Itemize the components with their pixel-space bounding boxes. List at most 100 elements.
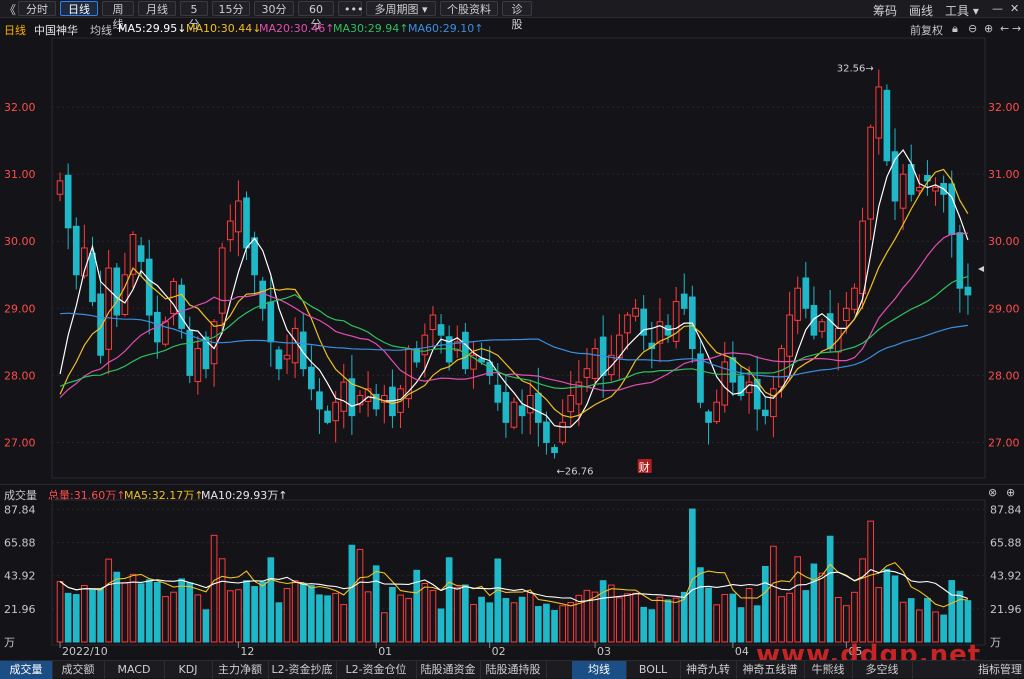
volume-bar — [153, 581, 161, 643]
volume-bar — [421, 582, 429, 643]
candle-body — [275, 349, 283, 370]
candle-body — [883, 89, 891, 162]
volume-bar — [891, 575, 899, 643]
candle-body — [770, 388, 777, 418]
volume-bar — [64, 592, 72, 643]
indicator-tab-5[interactable]: L2-资金抄底 — [268, 661, 337, 679]
volume-axis-label: 21.96 — [4, 603, 36, 616]
candle-body — [786, 314, 793, 357]
price-axis-label: 27.00 — [4, 436, 36, 449]
volume-bar — [518, 596, 526, 643]
candle-body — [502, 392, 510, 423]
volume-bar — [316, 594, 323, 643]
volume-bar — [218, 558, 226, 643]
volume-bar — [283, 588, 291, 643]
candle-body — [867, 126, 875, 220]
volume-bar — [834, 596, 842, 643]
volume-bar — [380, 612, 388, 643]
volume-bar — [453, 587, 461, 643]
candle-body — [316, 391, 323, 410]
price-axis-label-right: 29.00 — [988, 302, 1020, 315]
candle-body — [243, 197, 250, 249]
volume-bar — [162, 596, 169, 643]
volume-bar — [843, 605, 850, 643]
indicator-tab-0[interactable]: 成交量 — [0, 661, 53, 679]
volume-bar — [745, 587, 753, 643]
volume-bar — [332, 592, 340, 643]
volume-bar — [291, 580, 299, 643]
candle-body — [948, 183, 956, 236]
volume-bar — [356, 548, 364, 643]
indicator-tab-2[interactable]: MACD — [104, 661, 165, 679]
kline-chart[interactable]: 32.00 32.00 31.00 31.00 30.00 30.00 29.00 29.00… — [0, 0, 1024, 678]
candle-body — [705, 411, 712, 423]
volume-bar — [121, 582, 129, 643]
candle-body — [518, 405, 526, 417]
candle-body — [113, 267, 121, 316]
volume-bar — [267, 557, 275, 643]
volume-bar — [526, 592, 534, 643]
candle-body — [851, 287, 858, 310]
candle-body — [802, 277, 810, 309]
candle-body — [72, 225, 80, 276]
volume-bar — [794, 556, 802, 643]
volume-bar — [697, 567, 704, 643]
volume-bar — [72, 594, 80, 643]
volume-bar — [445, 557, 453, 643]
indicator-tab-6[interactable]: L2-资金仓位 — [336, 661, 417, 679]
candle-body — [235, 200, 242, 233]
candle-body — [543, 421, 550, 443]
price-axis-label: 31.00 — [4, 168, 36, 181]
candle-body — [218, 247, 226, 314]
indicator-manage-button[interactable]: 指标管理 — [976, 661, 1024, 679]
volume-bar — [275, 602, 283, 643]
volume-bar — [559, 605, 566, 643]
volume-axis-label: 87.84 — [4, 503, 36, 516]
price-axis-label: 32.00 — [4, 101, 36, 114]
volume-bar — [672, 597, 680, 643]
volume-bar — [770, 545, 777, 643]
overlay-tab-2[interactable]: 神奇九转 — [680, 661, 737, 679]
volume-bar — [186, 582, 194, 643]
month-label: 03 — [597, 645, 611, 658]
volume-bar — [802, 590, 810, 643]
price-axis-label-right: 30.00 — [988, 235, 1020, 248]
candle-body — [64, 174, 72, 229]
volume-bar — [137, 583, 145, 643]
candle-body — [251, 237, 258, 276]
volume-bar — [194, 594, 202, 643]
overlay-tab-1[interactable]: BOLL — [626, 661, 681, 679]
price-axis-label-right: 28.00 — [988, 369, 1020, 382]
candle-body — [340, 381, 348, 412]
volume-bar — [851, 591, 858, 643]
candle-body — [89, 252, 96, 303]
overlay-tab-0[interactable]: 均线 — [572, 661, 627, 679]
candle-body — [843, 307, 850, 321]
volume-bar — [859, 558, 866, 643]
candle-body — [462, 331, 469, 370]
volume-bar — [956, 590, 964, 643]
candle-body — [583, 368, 591, 378]
volume-bar — [81, 585, 88, 643]
volume-bar — [502, 597, 510, 643]
volume-bar — [340, 604, 348, 643]
volume-bar — [429, 589, 437, 643]
indicator-tab-1[interactable]: 成交额 — [52, 661, 105, 679]
candle-body — [713, 401, 720, 423]
overlay-tab-5[interactable]: 多空线 — [852, 661, 913, 679]
overlay-tab-4[interactable]: 牛熊线 — [804, 661, 853, 679]
candle-body — [324, 410, 331, 423]
volume-bar — [753, 605, 761, 643]
indicator-tab-4[interactable]: 主力净额 — [212, 661, 269, 679]
price-axis-label-right: 31.00 — [988, 168, 1020, 181]
indicator-tab-8[interactable]: 陆股通持股 — [480, 661, 547, 679]
candle-body — [810, 305, 818, 336]
overlay-tab-3[interactable]: 神奇五线谱 — [736, 661, 805, 679]
price-panel-frame — [51, 37, 986, 479]
volume-bar — [543, 603, 550, 643]
volume-bar — [478, 596, 485, 643]
candle-body — [559, 421, 566, 443]
indicator-tab-7[interactable]: 陆股通资金 — [416, 661, 481, 679]
candle-body — [162, 321, 169, 345]
indicator-tab-3[interactable]: KDJ — [164, 661, 213, 679]
